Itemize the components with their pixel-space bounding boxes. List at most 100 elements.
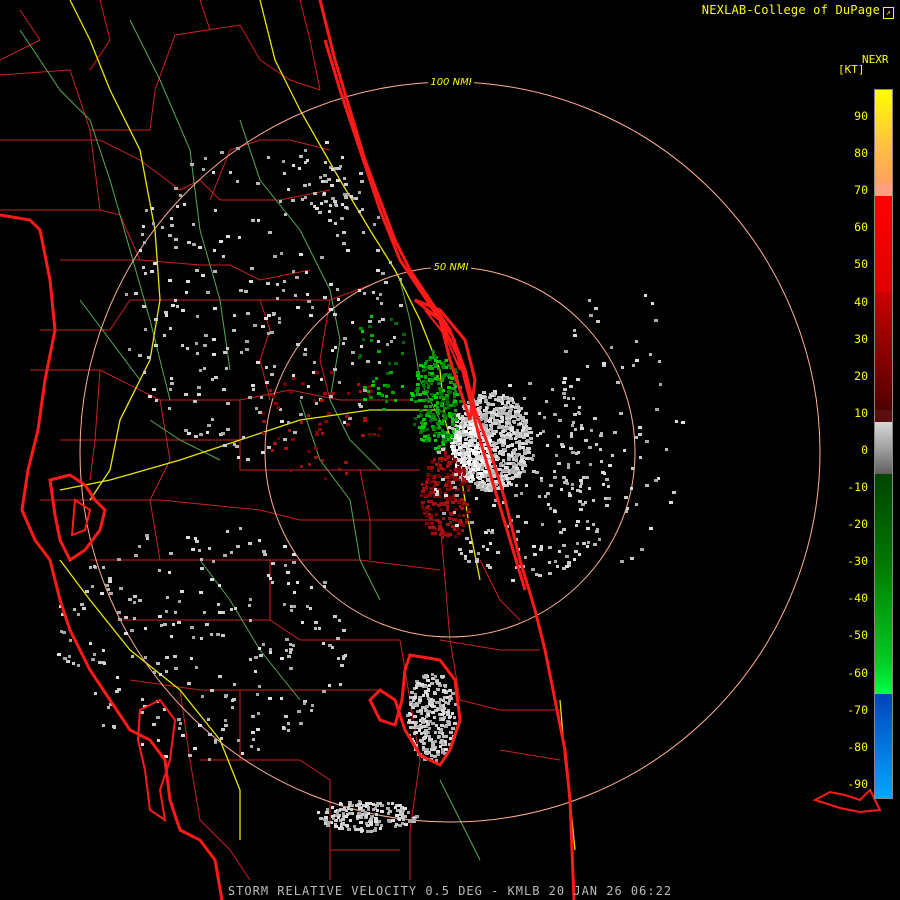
echo-pixel <box>433 502 437 505</box>
echo-pixel <box>280 697 283 700</box>
echo-pixel <box>278 317 281 320</box>
echo-pixel <box>567 466 570 469</box>
echo-pixel <box>434 482 437 485</box>
echo-pixel <box>176 305 179 308</box>
echo-pixel <box>515 464 518 467</box>
echo-pixel <box>322 642 325 645</box>
echo-pixel <box>431 722 435 725</box>
echo-pixel <box>180 590 184 593</box>
echo-pixel <box>588 487 591 490</box>
echo-pixel <box>212 560 215 563</box>
echo-pixel <box>174 238 178 241</box>
echo-pixel <box>283 280 286 283</box>
echo-pixel <box>258 539 261 542</box>
echo-pixel <box>510 471 513 474</box>
echo-pixel <box>430 466 434 469</box>
echo-pixel <box>435 493 439 496</box>
echo-pixel <box>532 545 536 548</box>
echo-pixel <box>509 408 513 411</box>
echo-pixel <box>363 292 366 295</box>
echo-pixel <box>560 488 563 491</box>
echo-pixel <box>580 482 583 485</box>
echo-pixel <box>440 396 444 399</box>
echo-pixel <box>323 174 327 177</box>
echo-pixel <box>177 718 181 721</box>
echo-pixel <box>236 180 239 183</box>
echo-pixel <box>562 392 566 395</box>
echo-pixel <box>557 462 561 465</box>
echo-pixel <box>595 443 598 446</box>
echo-pixel <box>619 412 623 415</box>
echo-pixel <box>421 683 424 686</box>
echo-pixel <box>218 675 222 678</box>
echo-pixel <box>214 376 218 379</box>
echo-pixel <box>409 696 413 699</box>
echo-pixel <box>447 480 451 483</box>
echo-pixel <box>598 538 601 541</box>
echo-pixel <box>292 374 295 377</box>
echo-pixel <box>315 207 319 210</box>
echo-pixel <box>599 448 602 451</box>
echo-pixel <box>394 322 397 325</box>
echo-pixel <box>377 434 380 437</box>
echo-pixel <box>448 426 451 429</box>
echo-pixel <box>362 804 365 807</box>
echo-pixel <box>569 447 573 450</box>
echo-pixel <box>556 565 559 568</box>
echo-pixel <box>177 621 181 624</box>
echo-pixel <box>613 431 617 434</box>
echo-pixel <box>464 430 468 433</box>
echo-pixel <box>574 550 578 553</box>
echo-pixel <box>187 432 191 435</box>
echo-pixel <box>567 397 570 400</box>
echo-pixel <box>428 727 431 730</box>
echo-pixel <box>220 737 223 740</box>
echo-pixel <box>562 476 566 479</box>
echo-pixel <box>658 360 661 363</box>
echo-pixel <box>505 477 509 480</box>
echo-pixel <box>447 702 450 705</box>
echo-pixel <box>506 401 510 404</box>
echo-pixel <box>344 461 348 464</box>
echo-pixel <box>319 817 323 820</box>
echo-pixel <box>460 552 463 555</box>
echo-pixel <box>432 699 435 702</box>
echo-pixel <box>355 804 359 807</box>
echo-pixel <box>173 655 177 658</box>
echo-pixel <box>455 524 459 527</box>
echo-pixel <box>453 722 457 725</box>
echo-pixel <box>442 689 446 692</box>
echo-pixel <box>299 155 303 158</box>
echo-pixel <box>268 697 272 700</box>
echo-pixel <box>621 366 624 369</box>
echo-pixel <box>323 392 327 395</box>
echo-pixel <box>519 460 523 463</box>
echo-pixel <box>582 542 586 545</box>
echo-pixel <box>491 403 495 406</box>
echo-pixel <box>279 200 282 203</box>
echo-pixel <box>505 421 508 424</box>
echo-pixel <box>337 657 340 660</box>
echo-pixel <box>464 453 467 456</box>
echo-pixel <box>428 526 432 529</box>
echo-pixel <box>412 699 415 702</box>
echo-pixel <box>337 816 340 819</box>
echo-pixel <box>311 704 314 707</box>
echo-pixel <box>508 419 511 422</box>
echo-pixel <box>516 530 520 533</box>
echo-pixel <box>558 520 561 523</box>
echo-pixel <box>130 629 134 632</box>
echo-pixel <box>448 462 452 465</box>
echo-pixel <box>462 491 466 494</box>
echo-pixel <box>447 402 450 405</box>
echo-pixel <box>144 272 147 275</box>
echo-pixel <box>385 395 388 398</box>
echo-pixel <box>436 401 439 404</box>
echo-pixel <box>230 608 233 611</box>
echo-pixel <box>454 468 457 471</box>
echo-pixel <box>333 313 337 316</box>
echo-pixel <box>91 658 95 661</box>
echo-pixel <box>225 367 228 370</box>
echo-pixel <box>278 321 281 324</box>
echo-pixel <box>77 613 80 616</box>
